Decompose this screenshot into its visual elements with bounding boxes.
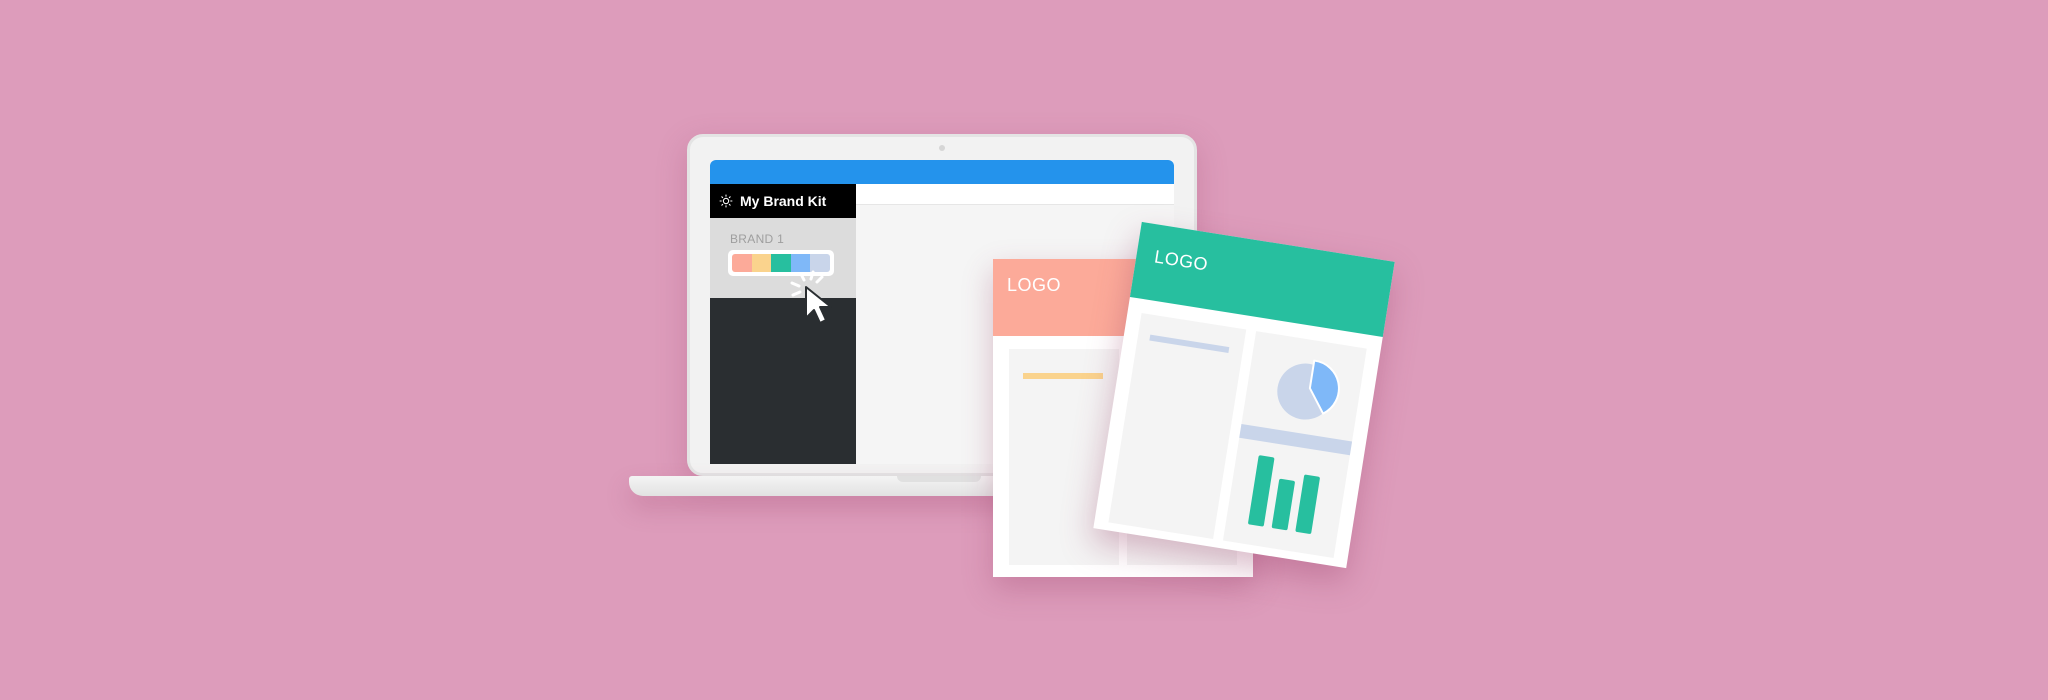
card-column-left bbox=[1108, 312, 1247, 539]
card-logo: LOGO bbox=[1153, 246, 1210, 275]
color-swatch[interactable] bbox=[732, 254, 752, 272]
sidebar-title: My Brand Kit bbox=[740, 193, 827, 209]
scene: My Brand Kit BRAND 1 LOGO LOGO bbox=[0, 0, 2048, 700]
gear-icon bbox=[719, 194, 733, 208]
card-column-left bbox=[1009, 349, 1119, 565]
laptop-camera bbox=[939, 145, 945, 151]
brand-document-teal: LOGO bbox=[1093, 221, 1395, 569]
sidebar-header[interactable]: My Brand Kit bbox=[710, 184, 856, 218]
brand-label: BRAND 1 bbox=[730, 232, 785, 246]
pie-chart-icon bbox=[1277, 359, 1340, 420]
text-line-placeholder bbox=[1023, 373, 1103, 379]
card-column-right bbox=[1222, 331, 1367, 559]
cursor-click-icon bbox=[790, 270, 832, 324]
color-swatch[interactable] bbox=[751, 254, 772, 272]
text-line-placeholder bbox=[1149, 334, 1230, 354]
card-logo: LOGO bbox=[1007, 275, 1062, 295]
bar-chart-icon bbox=[1248, 455, 1320, 534]
app-topbar bbox=[710, 160, 1174, 184]
laptop-notch bbox=[897, 476, 981, 482]
app-toolbar bbox=[856, 184, 1174, 205]
